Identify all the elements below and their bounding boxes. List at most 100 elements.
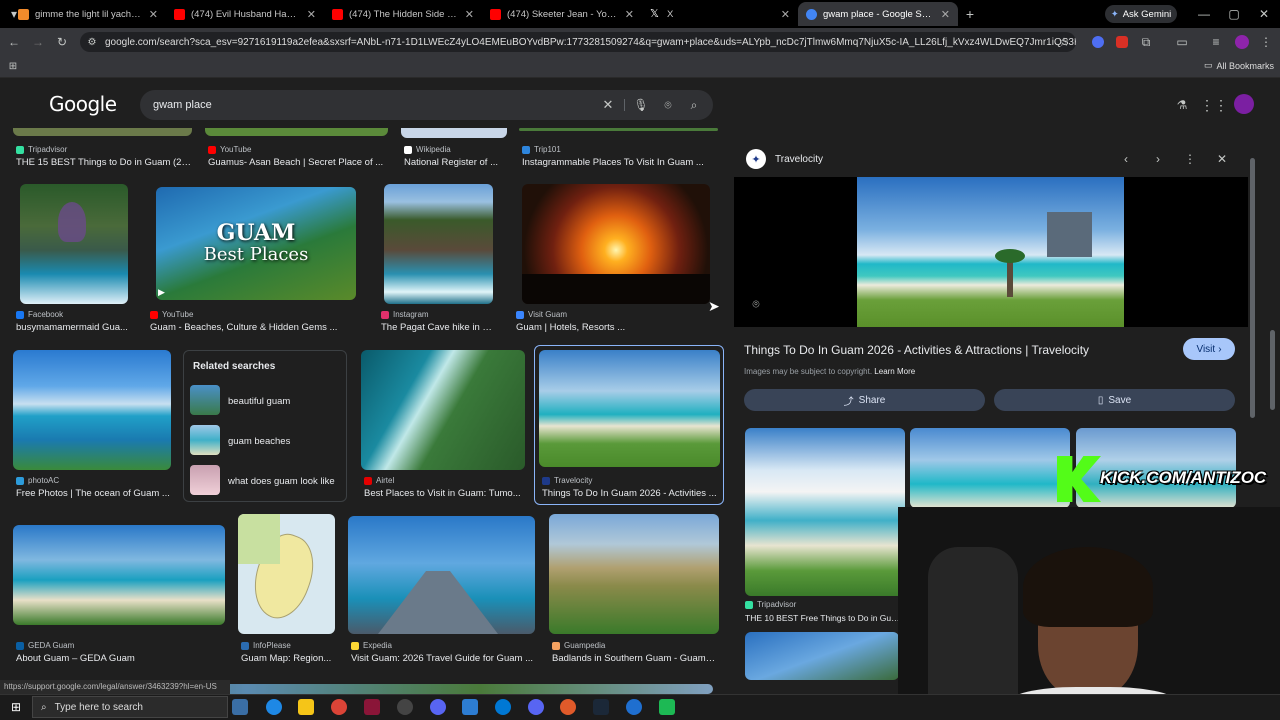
- image-thumbnail[interactable]: [549, 514, 719, 634]
- related-image[interactable]: [745, 428, 905, 596]
- image-thumbnail[interactable]: [13, 128, 192, 136]
- menu-dots-icon[interactable]: ⋮: [1258, 34, 1274, 50]
- tab-6-active[interactable]: gwam place - Google Search ✕: [798, 2, 958, 26]
- tab-close-icon[interactable]: ✕: [781, 8, 790, 21]
- related-search-item[interactable]: beautiful guam: [228, 396, 290, 407]
- more-options-icon[interactable]: ⋮: [1182, 151, 1198, 167]
- app-icon[interactable]: [397, 699, 413, 715]
- search-box[interactable]: gwam place: [140, 90, 713, 120]
- visit-button[interactable]: Visit ›: [1183, 338, 1235, 360]
- search-icon[interactable]: ⌕: [686, 97, 702, 113]
- lens-search-icon[interactable]: ⌾: [748, 296, 764, 312]
- app-icon[interactable]: [528, 699, 544, 715]
- result-title[interactable]: The Pagat Cave hike in G...: [381, 322, 493, 333]
- profile-avatar[interactable]: [1235, 35, 1249, 49]
- forward-icon[interactable]: →: [30, 34, 46, 50]
- close-panel-icon[interactable]: ✕: [1214, 151, 1230, 167]
- new-tab-button[interactable]: +: [962, 6, 978, 22]
- apps-grid-icon[interactable]: ⊞: [6, 59, 20, 73]
- panel-source[interactable]: Travelocity: [775, 154, 823, 165]
- result-title[interactable]: Visit Guam: 2026 Travel Guide for Guam .…: [351, 653, 535, 664]
- tab-close-icon[interactable]: ✕: [149, 8, 158, 21]
- ask-gemini-button[interactable]: ✦ Ask Gemini: [1105, 5, 1177, 23]
- page-scrollbar-thumb[interactable]: [1270, 330, 1275, 410]
- panel-title[interactable]: Things To Do In Guam 2026 - Activities &…: [744, 343, 1174, 357]
- steam-icon[interactable]: [593, 699, 609, 715]
- app-icon[interactable]: [626, 699, 642, 715]
- image-thumbnail[interactable]: [348, 516, 535, 634]
- image-thumbnail[interactable]: [238, 514, 335, 634]
- related-title[interactable]: THE 10 BEST Free Things to Do in Guam: [745, 613, 900, 623]
- reload-icon[interactable]: ↻: [54, 34, 70, 50]
- app-icon[interactable]: [462, 699, 478, 715]
- tab-4[interactable]: (474) Skeeter Jean - YouTube ✕: [482, 2, 642, 26]
- image-thumbnail[interactable]: [13, 525, 225, 625]
- chrome-icon[interactable]: [331, 699, 347, 715]
- discord-icon[interactable]: [430, 699, 446, 715]
- labs-flask-icon[interactable]: ⚗: [1174, 97, 1190, 113]
- scrollbar-thumb[interactable]: [1250, 158, 1255, 418]
- clear-search-icon[interactable]: ✕: [600, 97, 616, 113]
- extensions-puzzle-icon[interactable]: ⧉: [1138, 34, 1154, 50]
- tab-2[interactable]: (474) Evil Husband Has No Idea ✕: [166, 2, 324, 26]
- result-title[interactable]: About Guam – GEDA Guam: [16, 653, 224, 664]
- previous-icon[interactable]: ‹: [1118, 151, 1134, 167]
- minimize-icon[interactable]: —: [1196, 6, 1212, 22]
- image-thumbnail[interactable]: [401, 128, 507, 138]
- image-thumbnail[interactable]: GUAM Best Places ▶: [156, 187, 356, 300]
- back-icon[interactable]: ←: [6, 34, 22, 50]
- window-close-icon[interactable]: ✕: [1256, 6, 1272, 22]
- tab-close-icon[interactable]: ✕: [465, 8, 474, 21]
- app-icon[interactable]: [364, 699, 380, 715]
- image-thumbnail[interactable]: [13, 350, 171, 470]
- mic-icon[interactable]: 🎙: [633, 97, 649, 113]
- related-search-item[interactable]: what does guam look like: [228, 476, 335, 487]
- downloads-icon[interactable]: ≡: [1208, 34, 1224, 50]
- result-title[interactable]: busymamamermaid Gua...: [16, 322, 130, 333]
- save-button[interactable]: ▯ Save: [994, 389, 1235, 411]
- image-thumbnail[interactable]: [205, 128, 388, 136]
- image-thumbnail[interactable]: [384, 184, 493, 304]
- app-icon[interactable]: [659, 699, 675, 715]
- taskbar-search[interactable]: ⌕ Type here to search: [32, 696, 228, 718]
- related-thumbnail[interactable]: [190, 425, 220, 455]
- search-input[interactable]: gwam place: [153, 99, 212, 111]
- image-thumbnail[interactable]: [20, 184, 128, 304]
- cast-icon[interactable]: ▭: [1174, 34, 1190, 50]
- result-title[interactable]: Free Photos | The ocean of Guam ...: [16, 488, 172, 499]
- next-icon[interactable]: ›: [1150, 151, 1166, 167]
- result-title[interactable]: Best Places to Visit in Guam: Tumo...: [364, 488, 524, 499]
- result-title[interactable]: Badlands in Southern Guam - Guamp...: [552, 653, 718, 664]
- result-title[interactable]: Guam Map: Region...: [241, 653, 335, 664]
- result-title[interactable]: Guamus- Asan Beach | Secret Place of ...: [208, 157, 388, 168]
- edge-icon[interactable]: [266, 699, 282, 715]
- tab-3[interactable]: (474) The Hidden Side of Japan ✕: [324, 2, 482, 26]
- all-bookmarks-button[interactable]: ▭ All Bookmarks: [1204, 60, 1274, 71]
- lens-icon[interactable]: ⌾: [660, 97, 676, 113]
- image-thumbnail[interactable]: [361, 350, 525, 470]
- task-view-icon[interactable]: [232, 699, 248, 715]
- google-logo[interactable]: Google: [49, 92, 117, 116]
- related-thumbnail[interactable]: [190, 385, 220, 415]
- related-image[interactable]: [910, 428, 1070, 508]
- tab-close-icon[interactable]: ✕: [625, 8, 634, 21]
- extension-icon[interactable]: [1116, 36, 1128, 48]
- extension-icon[interactable]: [1092, 36, 1104, 48]
- site-info-icon[interactable]: ⚙: [86, 35, 98, 49]
- file-explorer-icon[interactable]: [298, 699, 314, 715]
- result-title[interactable]: Guam | Hotels, Resorts ...: [516, 322, 706, 333]
- address-bar[interactable]: google.com/search?sca_esv=9271619119a2ef…: [80, 32, 1076, 52]
- app-icon[interactable]: [495, 699, 511, 715]
- related-image[interactable]: [745, 632, 899, 680]
- google-apps-icon[interactable]: ⋮⋮: [1200, 97, 1228, 113]
- account-avatar[interactable]: [1234, 94, 1254, 114]
- result-title[interactable]: National Register of ...: [404, 157, 508, 168]
- result-title[interactable]: Things To Do In Guam 2026 - Activities .…: [542, 488, 718, 499]
- result-title[interactable]: THE 15 BEST Things to Do in Guam (20...: [16, 157, 192, 168]
- image-thumbnail[interactable]: [519, 128, 718, 131]
- share-button[interactable]: ⤴ Share: [744, 389, 985, 411]
- maximize-icon[interactable]: ▢: [1226, 6, 1242, 22]
- image-thumbnail[interactable]: [522, 184, 710, 304]
- preview-image[interactable]: [857, 177, 1124, 327]
- windows-start-icon[interactable]: ⊞: [8, 699, 24, 715]
